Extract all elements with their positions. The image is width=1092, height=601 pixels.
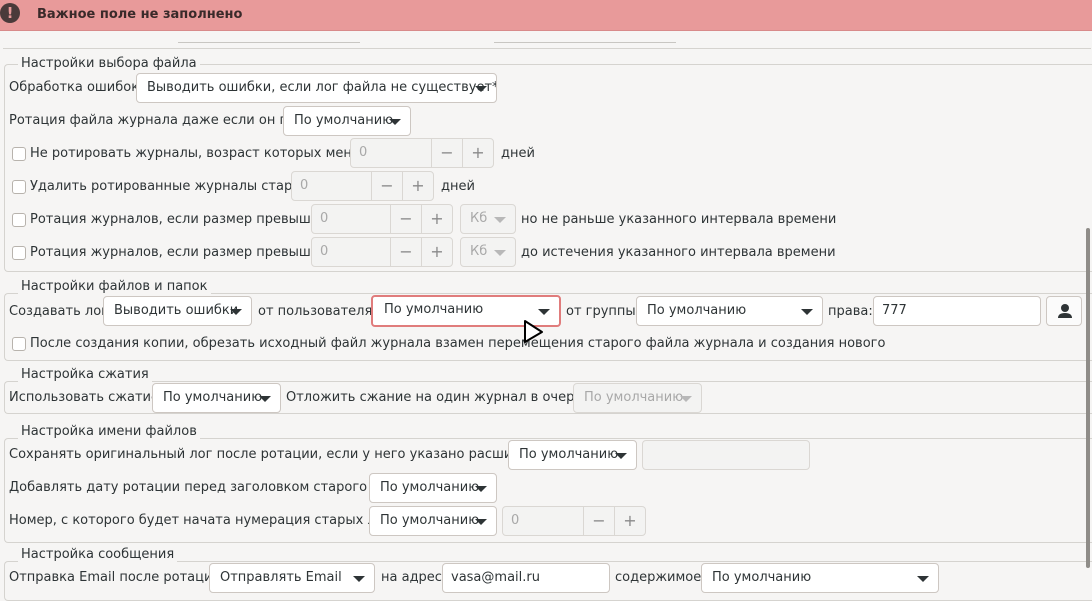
maxsize-decrement-button[interactable]: − (390, 237, 422, 267)
compress-value: По умолчанию (163, 390, 263, 405)
max-age-input[interactable]: 0 (291, 171, 373, 201)
content-dropdown[interactable]: По умолчанию (701, 563, 939, 593)
delay-compress-label: Отложить сжание на один журнал в очереди… (286, 390, 605, 405)
files-folders-legend: Настройки файлов и папок (18, 279, 211, 294)
maxsize-checkbox[interactable] (12, 246, 26, 260)
rotate-empty-dropdown[interactable]: По умолчанию (283, 106, 411, 136)
divider (3, 48, 1091, 49)
chevron-down-icon (917, 576, 929, 582)
mouse-pointer-icon (524, 320, 543, 343)
group-label: от группы: (566, 304, 641, 319)
rotate-empty-label: Ротация файла журнала даже если он пуст: (9, 113, 315, 128)
chevron-down-icon (475, 519, 487, 525)
rotate-empty-value: По умолчанию (294, 113, 394, 128)
minsize-increment-button[interactable]: + (421, 204, 453, 234)
max-age-decrement-button[interactable]: − (371, 171, 403, 201)
chevron-down-icon (259, 396, 271, 402)
create-log-label: Создавать лог (9, 304, 108, 319)
min-age-increment-button[interactable]: + (462, 138, 494, 168)
error-message: Важное поле не заполнено (37, 7, 243, 22)
minsize-label: Ротация журналов, если размер превышает (30, 212, 335, 227)
delay-compress-value: По умолчанию (584, 390, 684, 405)
maxsize-unit-dropdown[interactable]: Кб (460, 237, 516, 267)
delay-compress-dropdown[interactable]: По умолчанию (573, 383, 702, 413)
file-select-legend: Настройки выбора файла (18, 56, 200, 71)
chevron-down-icon (494, 217, 506, 223)
copytruncate-checkbox[interactable] (12, 337, 26, 351)
max-age-checkbox[interactable] (12, 180, 26, 194)
max-age-unit: дней (441, 179, 475, 194)
naming-legend: Настройка имени файлов (18, 424, 200, 439)
user-picker-button[interactable] (1046, 296, 1082, 326)
group-value: По умолчанию (647, 303, 747, 318)
permissions-input[interactable]: 777 (873, 296, 1041, 326)
max-age-increment-button[interactable]: + (402, 171, 434, 201)
maxsize-input[interactable]: 0 (311, 237, 391, 267)
chevron-down-icon (475, 86, 487, 92)
minsize-suffix: но не раньше указанного интервала времен… (521, 212, 837, 227)
address-input[interactable]: vasa@mail.ru (442, 563, 610, 593)
start-decrement-button[interactable]: − (583, 506, 615, 536)
minsize-decrement-button[interactable]: − (390, 204, 422, 234)
chevron-down-icon (494, 250, 506, 256)
copytruncate-label: После создания копии, обрезать исходный … (30, 336, 886, 351)
error-icon: ! (0, 3, 20, 23)
ext-dropdown[interactable]: По умолчанию (508, 440, 637, 470)
chevron-down-icon (615, 453, 627, 459)
user-value: По умолчанию (384, 302, 484, 317)
errors-dropdown-value: Выводить ошибки, если лог файла не сущес… (147, 80, 497, 95)
date-label: Добавлять дату ротации перед заголовком … (9, 480, 407, 495)
date-value: По умолчанию (380, 480, 480, 495)
maxsize-suffix: до истечения указанного интервала времен… (521, 245, 836, 260)
create-log-dropdown[interactable]: Выводить ошибки (103, 296, 252, 326)
separator (178, 42, 360, 43)
date-dropdown[interactable]: По умолчанию (369, 473, 497, 503)
minsize-checkbox[interactable] (12, 213, 26, 227)
maxsize-unit-value: Кб (470, 244, 488, 259)
chevron-down-icon (353, 576, 365, 582)
min-age-checkbox[interactable] (12, 147, 26, 161)
start-dropdown[interactable]: По умолчанию (369, 506, 497, 536)
minsize-unit-dropdown[interactable]: Кб (460, 204, 516, 234)
chevron-down-icon (230, 309, 242, 315)
ext-label: Сохранять оригинальный лог после ротации… (9, 447, 558, 462)
compression-legend: Настройка сжатия (18, 367, 152, 382)
start-increment-button[interactable]: + (614, 506, 646, 536)
chevron-down-icon (475, 486, 487, 492)
chevron-down-icon (801, 309, 813, 315)
message-legend: Настройка сообщения (18, 547, 178, 562)
start-label: Номер, с которого будет начата нумерация… (9, 513, 411, 528)
group-dropdown[interactable]: По умолчанию (636, 296, 823, 326)
min-age-decrement-button[interactable]: − (431, 138, 463, 168)
compress-label: Использовать сжатие: (9, 390, 164, 405)
create-log-value: Выводить ошибки (114, 303, 239, 318)
email-dropdown[interactable]: Отправлять Email (209, 563, 375, 593)
chevron-down-icon (538, 309, 550, 315)
min-age-label: Не ротировать журналы, возраст которых м… (30, 146, 380, 161)
start-value: По умолчанию (380, 513, 480, 528)
maxsize-label: Ротация журналов, если размер превышает (30, 245, 335, 260)
separator (494, 42, 676, 43)
chevron-down-icon (680, 396, 692, 402)
minsize-input[interactable]: 0 (311, 204, 391, 234)
user-icon (1058, 304, 1072, 318)
ext-input[interactable] (642, 440, 810, 470)
ext-value: По умолчанию (519, 447, 619, 462)
max-age-label: Удалить ротированные журналы старше (30, 179, 313, 194)
min-age-input[interactable]: 0 (350, 138, 432, 168)
permissions-label: права: (828, 304, 873, 319)
start-input[interactable]: 0 (502, 506, 584, 536)
minsize-unit-value: Кб (470, 211, 488, 226)
min-age-unit: дней (501, 146, 535, 161)
chevron-down-icon (389, 119, 401, 125)
errors-label: Обработка ошибок: (9, 80, 144, 95)
user-label: от пользователя: (258, 304, 377, 319)
compress-dropdown[interactable]: По умолчанию (152, 383, 281, 413)
errors-dropdown[interactable]: Выводить ошибки, если лог файла не сущес… (136, 73, 497, 103)
maxsize-increment-button[interactable]: + (421, 237, 453, 267)
vertical-scrollbar[interactable] (1086, 228, 1090, 568)
